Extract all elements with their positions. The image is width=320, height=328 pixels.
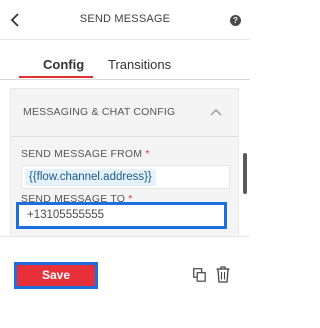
help-icon[interactable]: ? bbox=[230, 15, 241, 26]
send-from-label: SEND MESSAGE FROM * bbox=[21, 148, 150, 160]
copy-icon[interactable] bbox=[193, 268, 206, 282]
send-to-value: +13105555555 bbox=[27, 209, 105, 221]
send-from-label-text: SEND MESSAGE FROM bbox=[21, 148, 143, 160]
required-mark: * bbox=[145, 148, 150, 160]
chevron-up-icon[interactable] bbox=[210, 108, 222, 116]
scrollbar[interactable] bbox=[243, 153, 247, 194]
panel-header: SEND MESSAGE ? bbox=[0, 0, 250, 40]
save-focus-outline: Save bbox=[14, 262, 98, 289]
active-tab-indicator bbox=[19, 76, 93, 78]
send-from-field[interactable]: {{flow.channel.address}} bbox=[21, 165, 230, 189]
tab-transitions[interactable]: Transitions bbox=[108, 57, 171, 72]
trash-icon[interactable] bbox=[216, 266, 230, 283]
section-title[interactable]: MESSAGING & CHAT CONFIG bbox=[23, 106, 175, 118]
tab-config[interactable]: Config bbox=[43, 57, 84, 72]
footer-bar: Save bbox=[0, 236, 250, 328]
section-divider bbox=[11, 136, 238, 137]
page-title: SEND MESSAGE bbox=[79, 13, 171, 25]
send-to-field[interactable]: +13105555555 bbox=[16, 202, 227, 229]
send-from-value: {{flow.channel.address}} bbox=[25, 169, 156, 186]
tab-bar: Config Transitions bbox=[0, 40, 250, 80]
save-button[interactable]: Save bbox=[17, 265, 95, 286]
